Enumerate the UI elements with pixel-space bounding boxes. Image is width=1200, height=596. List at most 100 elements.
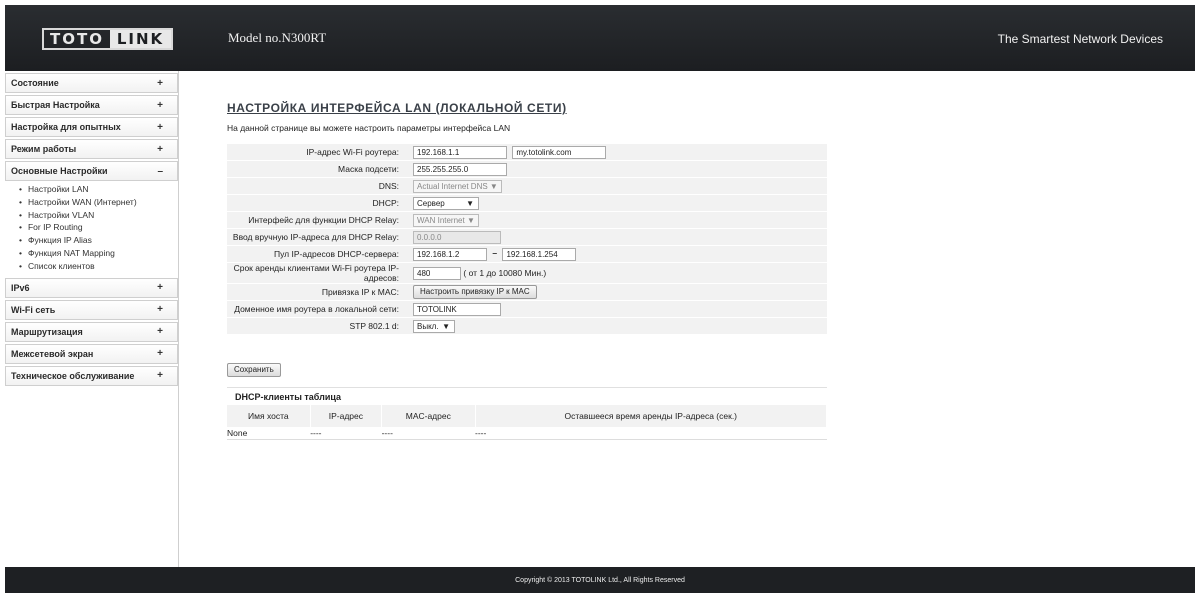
totolink-logo: TOTO LINK bbox=[42, 28, 173, 50]
lease-time-hint: ( от 1 до 10080 Мин.) bbox=[463, 267, 547, 278]
hostname-input[interactable]: TOTOLINK bbox=[413, 302, 501, 316]
expand-icon: + bbox=[157, 121, 163, 133]
sidebar-item-label: Wi-Fi сеть bbox=[11, 304, 56, 315]
form-row-relay-ip: Ввод вручную IP-адреса для DHCP Relay: 0… bbox=[227, 229, 827, 245]
stp-label: STP 802.1 d: bbox=[227, 318, 403, 334]
expand-icon: + bbox=[157, 326, 163, 338]
ip-mac-binding-button[interactable]: Настроить привязку IP к MAC bbox=[413, 285, 537, 299]
dns-select[interactable]: Actual Internet DNS ▼ bbox=[413, 179, 502, 193]
sidebar-item-maintenance[interactable]: Техническое обслуживание + bbox=[5, 365, 178, 386]
copyright-text: Copyright © 2013 TOTOLINK Ltd., All Righ… bbox=[515, 576, 685, 584]
sidebar-item-routing[interactable]: Маршрутизация + bbox=[5, 321, 178, 342]
sidebar-item-basic-settings[interactable]: Основные Настройки – bbox=[5, 161, 178, 181]
sidebar-item-label: IPv6 bbox=[11, 282, 30, 293]
lease-time-label: Срок аренды клиентами Wi-Fi роутера IP-а… bbox=[227, 263, 403, 283]
stp-select[interactable]: Выкл. ▼ bbox=[413, 319, 455, 333]
model-number: Model no.N300RT bbox=[228, 30, 327, 45]
sidebar-item-label: Основные Настройки bbox=[11, 166, 108, 176]
lease-time-input[interactable]: 480 bbox=[413, 266, 461, 280]
dhcp-relay-ip-input[interactable]: 0.0.0.0 bbox=[413, 230, 501, 244]
basic-settings-submenu: Настройки LAN Настройки WAN (Интернет) Н… bbox=[5, 181, 178, 276]
dhcp-relay-interface-select[interactable]: WAN Internet ▼ bbox=[413, 213, 479, 227]
pool-separator: – bbox=[492, 248, 498, 259]
sidebar-item-ipv6[interactable]: IPv6 + bbox=[5, 277, 178, 298]
dns-label: DNS: bbox=[227, 178, 403, 194]
ip-address-label: IP-адрес Wi-Fi роутера: bbox=[227, 144, 403, 160]
submenu-item-nat-mapping[interactable]: Функция NAT Mapping bbox=[19, 247, 178, 260]
sidebar-item-label: Межсетевой экран bbox=[11, 348, 94, 359]
form-row-mask: Маска подсети: 255.255.255.0 bbox=[227, 161, 827, 177]
form-row-bind: Привязка IP к MAC: Настроить привязку IP… bbox=[227, 284, 827, 300]
submenu-item-wan[interactable]: Настройки WAN (Интернет) bbox=[19, 196, 178, 209]
submenu-item-lan[interactable]: Настройки LAN bbox=[19, 183, 178, 196]
save-button[interactable]: Сохранить bbox=[227, 363, 281, 377]
chevron-down-icon: ▼ bbox=[442, 321, 450, 331]
subnet-mask-label: Маска подсети: bbox=[227, 161, 403, 177]
sidebar-item-quick-setup[interactable]: Быстрая Настройка + bbox=[5, 95, 178, 115]
lan-settings-form: IP-адрес Wi-Fi роутера: 192.168.1.1 my.t… bbox=[227, 143, 827, 335]
ip-mac-binding-label: Привязка IP к MAC: bbox=[227, 284, 403, 300]
sidebar-item-label: Состояние bbox=[11, 78, 59, 88]
dhcp-pool-end-input[interactable]: 192.168.1.254 bbox=[502, 247, 577, 261]
dhcp-pool-label: Пул IP-адресов DHCP-сервера: bbox=[227, 246, 403, 262]
sidebar-item-firewall[interactable]: Межсетевой экран + bbox=[5, 343, 178, 364]
form-row-dns: DNS: Actual Internet DNS ▼ bbox=[227, 178, 827, 194]
cell-ip: ---- bbox=[310, 427, 382, 440]
hostname-label: Доменное имя роутера в локальной сети: bbox=[227, 301, 403, 317]
sidebar-item-label: Быстрая Настройка bbox=[11, 100, 100, 110]
column-header-lease: Оставшееся время аренды IP-адреса (сек.) bbox=[475, 405, 827, 427]
cell-mac: ---- bbox=[381, 427, 475, 440]
tagline: The Smartest Network Devices bbox=[997, 32, 1163, 46]
cell-hostname: None bbox=[227, 427, 311, 440]
dhcp-relay-ip-label: Ввод вручную IP-адреса для DHCP Relay: bbox=[227, 229, 403, 245]
form-row-pool: Пул IP-адресов DHCP-сервера: 192.168.1.2… bbox=[227, 246, 827, 262]
dhcp-clients-title: DHCP-клиенты таблица bbox=[235, 392, 342, 402]
page-description: На данной странице вы можете настроить п… bbox=[227, 123, 511, 133]
table-header-row: Имя хоста IP-адрес MAC-адрес Оставшееся … bbox=[227, 405, 827, 427]
domain-input[interactable]: my.totolink.com bbox=[512, 145, 607, 159]
submenu-item-client-list[interactable]: Список клиентов bbox=[19, 260, 178, 273]
expand-icon: + bbox=[157, 143, 163, 155]
ip-address-input[interactable]: 192.168.1.1 bbox=[413, 145, 507, 159]
submenu-item-ip-routing[interactable]: For IP Routing bbox=[19, 221, 178, 234]
page-title: НАСТРОЙКА ИНТЕРФЕЙСА LAN (ЛОКАЛЬНОЙ СЕТИ… bbox=[227, 101, 567, 115]
column-header-mac: MAC-адрес bbox=[381, 405, 476, 427]
form-row-dhcp: DHCP: Сервер ▼ bbox=[227, 195, 827, 211]
dhcp-pool-start-input[interactable]: 192.168.1.2 bbox=[413, 247, 487, 261]
form-row-relay-interface: Интерфейс для функции DHCP Relay: WAN In… bbox=[227, 212, 827, 228]
column-header-ip: IP-адрес bbox=[310, 405, 383, 427]
dhcp-relay-interface-label: Интерфейс для функции DHCP Relay: bbox=[227, 212, 403, 228]
header-bar: TOTO LINK Model no.N300RT The Smartest N… bbox=[5, 5, 1195, 71]
form-row-hostname: Доменное имя роутера в локальной сети: T… bbox=[227, 301, 827, 317]
form-row-ip: IP-адрес Wi-Fi роутера: 192.168.1.1 my.t… bbox=[227, 144, 827, 160]
sidebar-item-label: Режим работы bbox=[11, 144, 77, 154]
dhcp-select[interactable]: Сервер ▼ bbox=[413, 196, 479, 210]
expand-icon: + bbox=[157, 77, 163, 89]
form-row-lease: Срок аренды клиентами Wi-Fi роутера IP-а… bbox=[227, 263, 827, 283]
collapse-icon: – bbox=[157, 165, 163, 177]
form-row-stp: STP 802.1 d: Выкл. ▼ bbox=[227, 318, 827, 334]
stp-select-value: Выкл. bbox=[417, 321, 439, 331]
submenu-item-ip-alias[interactable]: Функция IP Alias bbox=[19, 234, 178, 247]
expand-icon: + bbox=[157, 304, 163, 316]
sidebar-item-operation-mode[interactable]: Режим работы + bbox=[5, 139, 178, 159]
column-header-hostname: Имя хоста bbox=[227, 405, 311, 427]
dhcp-label: DHCP: bbox=[227, 195, 403, 211]
router-admin-page: TOTO LINK Model no.N300RT The Smartest N… bbox=[5, 5, 1195, 593]
expand-icon: + bbox=[157, 282, 163, 294]
subnet-mask-input[interactable]: 255.255.255.0 bbox=[413, 162, 507, 176]
sidebar-item-advanced-setup[interactable]: Настройка для опытных + bbox=[5, 117, 178, 137]
cell-lease: ---- bbox=[475, 427, 827, 440]
sidebar-item-status[interactable]: Состояние + bbox=[5, 73, 178, 93]
sidebar-item-label: Настройка для опытных bbox=[11, 122, 121, 132]
logo-text-left: TOTO bbox=[50, 30, 104, 48]
chevron-down-icon: ▼ bbox=[466, 198, 474, 208]
submenu-item-vlan[interactable]: Настройки VLAN bbox=[19, 209, 178, 222]
expand-icon: + bbox=[157, 370, 163, 382]
expand-icon: + bbox=[157, 99, 163, 111]
logo-text-right: LINK bbox=[110, 30, 171, 48]
sidebar-item-label: Маршрутизация bbox=[11, 326, 83, 337]
sidebar-item-wifi[interactable]: Wi-Fi сеть + bbox=[5, 299, 178, 320]
sidebar-item-label: Техническое обслуживание bbox=[11, 370, 135, 381]
table-row: None ---- ---- ---- bbox=[227, 427, 827, 440]
